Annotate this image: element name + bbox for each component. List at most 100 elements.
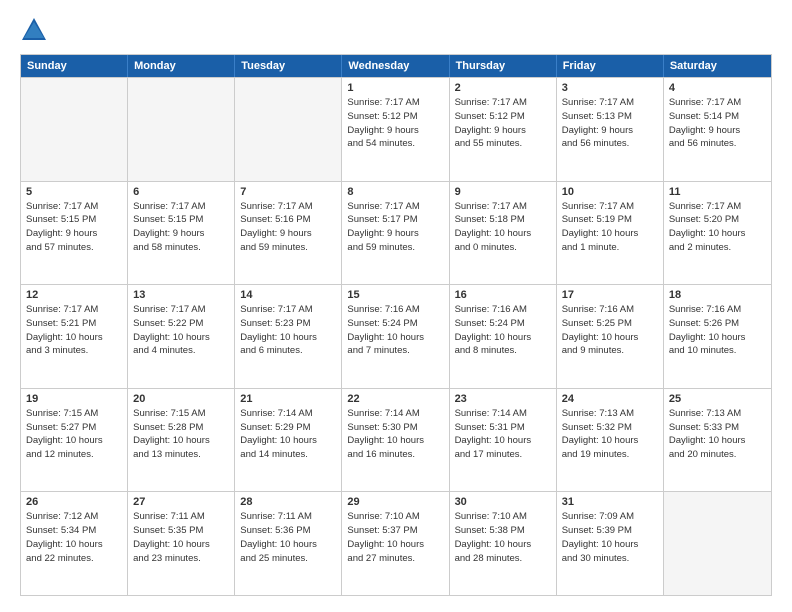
day-number: 9 [455,186,551,198]
logo-icon [20,16,48,44]
day-number: 23 [455,393,551,405]
calendar-row: 26Sunrise: 7:12 AM Sunset: 5:34 PM Dayli… [21,491,771,595]
cell-info: Sunrise: 7:17 AM Sunset: 5:15 PM Dayligh… [26,200,122,255]
calendar-cell: 3 Sunrise: 7:17 AM Sunset: 5:13 PM Daylig… [557,78,664,181]
page: SundayMondayTuesdayWednesdayThursdayFrid… [0,0,792,612]
day-number: 20 [133,393,229,405]
calendar-cell: 8Sunrise: 7:17 AM Sunset: 5:17 PM Daylig… [342,182,449,285]
cell-info: Sunrise: 7:13 AM Sunset: 5:33 PM Dayligh… [669,407,766,462]
day-number: 10 [562,186,658,198]
calendar: SundayMondayTuesdayWednesdayThursdayFrid… [20,54,772,596]
day-number: 7 [240,186,336,198]
calendar-cell: 19 Sunrise: 7:15 AM Sunset: 5:27 PM Dayli… [21,389,128,492]
cell-info: Sunrise: 7:17 AM Sunset: 5:16 PM Dayligh… [240,200,336,255]
day-number: 29 [347,496,443,508]
calendar-cell: 28 Sunrise: 7:11 AM Sunset: 5:36 PM Dayli… [235,492,342,595]
day-number: 15 [347,289,443,301]
day-number: 24 [562,393,658,405]
day-number: 3 [562,82,658,94]
logo [20,16,52,44]
day-number: 12 [26,289,122,301]
cell-info: Sunrise: 7:14 AM Sunset: 5:29 PM Dayligh… [240,407,336,462]
cell-info: Sunrise: 7:09 AM Sunset: 5:39 PM Dayligh… [562,510,658,565]
cell-info: Sunrise: 7:10 AM Sunset: 5:38 PM Dayligh… [455,510,551,565]
cell-info: Sunrise: 7:16 AM Sunset: 5:24 PM Dayligh… [455,303,551,358]
cell-info: Sunrise: 7:15 AM Sunset: 5:28 PM Dayligh… [133,407,229,462]
day-number: 22 [347,393,443,405]
calendar-cell: 14Sunrise: 7:17 AM Sunset: 5:23 PM Dayli… [235,285,342,388]
cell-info: Sunrise: 7:10 AM Sunset: 5:37 PM Dayligh… [347,510,443,565]
header [20,16,772,44]
calendar-row: 1 Sunrise: 7:17 AM Sunset: 5:12 PM Daylig… [21,77,771,181]
cell-info: Sunrise: 7:17 AM Sunset: 5:14 PM Dayligh… [669,96,766,151]
day-number: 31 [562,496,658,508]
calendar-cell [235,78,342,181]
calendar-cell: 4Sunrise: 7:17 AM Sunset: 5:14 PM Daylig… [664,78,771,181]
day-number: 26 [26,496,122,508]
day-number: 1 [347,82,443,94]
calendar-cell: 26Sunrise: 7:12 AM Sunset: 5:34 PM Dayli… [21,492,128,595]
day-number: 5 [26,186,122,198]
day-number: 13 [133,289,229,301]
calendar-cell [128,78,235,181]
calendar-cell: 10 Sunrise: 7:17 AM Sunset: 5:19 PM Dayli… [557,182,664,285]
cell-info: Sunrise: 7:15 AM Sunset: 5:27 PM Dayligh… [26,407,122,462]
calendar-cell: 12 Sunrise: 7:17 AM Sunset: 5:21 PM Dayli… [21,285,128,388]
calendar-cell: 6 Sunrise: 7:17 AM Sunset: 5:15 PM Daylig… [128,182,235,285]
day-number: 17 [562,289,658,301]
calendar-cell [664,492,771,595]
cell-info: Sunrise: 7:17 AM Sunset: 5:12 PM Dayligh… [455,96,551,151]
cell-info: Sunrise: 7:17 AM Sunset: 5:15 PM Dayligh… [133,200,229,255]
calendar-cell: 11Sunrise: 7:17 AM Sunset: 5:20 PM Dayli… [664,182,771,285]
cell-info: Sunrise: 7:13 AM Sunset: 5:32 PM Dayligh… [562,407,658,462]
calendar-cell: 1Sunrise: 7:17 AM Sunset: 5:12 PM Daylig… [342,78,449,181]
calendar-cell: 7 Sunrise: 7:17 AM Sunset: 5:16 PM Daylig… [235,182,342,285]
calendar-cell: 21 Sunrise: 7:14 AM Sunset: 5:29 PM Dayli… [235,389,342,492]
calendar-row: 19 Sunrise: 7:15 AM Sunset: 5:27 PM Dayli… [21,388,771,492]
calendar-header-cell: Saturday [664,55,771,77]
day-number: 6 [133,186,229,198]
calendar-cell: 25Sunrise: 7:13 AM Sunset: 5:33 PM Dayli… [664,389,771,492]
cell-info: Sunrise: 7:17 AM Sunset: 5:18 PM Dayligh… [455,200,551,255]
calendar-cell: 13 Sunrise: 7:17 AM Sunset: 5:22 PM Dayli… [128,285,235,388]
calendar-cell: 23Sunrise: 7:14 AM Sunset: 5:31 PM Dayli… [450,389,557,492]
cell-info: Sunrise: 7:17 AM Sunset: 5:13 PM Dayligh… [562,96,658,151]
calendar-cell: 2 Sunrise: 7:17 AM Sunset: 5:12 PM Daylig… [450,78,557,181]
calendar-cell: 16 Sunrise: 7:16 AM Sunset: 5:24 PM Dayli… [450,285,557,388]
day-number: 19 [26,393,122,405]
cell-info: Sunrise: 7:11 AM Sunset: 5:36 PM Dayligh… [240,510,336,565]
calendar-header-cell: Thursday [450,55,557,77]
calendar-cell: 29 Sunrise: 7:10 AM Sunset: 5:37 PM Dayli… [342,492,449,595]
cell-info: Sunrise: 7:17 AM Sunset: 5:22 PM Dayligh… [133,303,229,358]
day-number: 16 [455,289,551,301]
calendar-header-cell: Friday [557,55,664,77]
calendar-cell: 15 Sunrise: 7:16 AM Sunset: 5:24 PM Dayli… [342,285,449,388]
calendar-header-cell: Wednesday [342,55,449,77]
day-number: 11 [669,186,766,198]
calendar-cell: 9 Sunrise: 7:17 AM Sunset: 5:18 PM Daylig… [450,182,557,285]
day-number: 28 [240,496,336,508]
calendar-header-cell: Sunday [21,55,128,77]
calendar-cell [21,78,128,181]
day-number: 21 [240,393,336,405]
day-number: 2 [455,82,551,94]
day-number: 18 [669,289,766,301]
cell-info: Sunrise: 7:16 AM Sunset: 5:25 PM Dayligh… [562,303,658,358]
calendar-row: 5 Sunrise: 7:17 AM Sunset: 5:15 PM Daylig… [21,181,771,285]
day-number: 14 [240,289,336,301]
day-number: 30 [455,496,551,508]
calendar-cell: 31 Sunrise: 7:09 AM Sunset: 5:39 PM Dayli… [557,492,664,595]
cell-info: Sunrise: 7:11 AM Sunset: 5:35 PM Dayligh… [133,510,229,565]
calendar-body: 1 Sunrise: 7:17 AM Sunset: 5:12 PM Daylig… [21,77,771,595]
cell-info: Sunrise: 7:16 AM Sunset: 5:24 PM Dayligh… [347,303,443,358]
calendar-cell: 30 Sunrise: 7:10 AM Sunset: 5:38 PM Dayli… [450,492,557,595]
calendar-cell: 27 Sunrise: 7:11 AM Sunset: 5:35 PM Dayli… [128,492,235,595]
calendar-cell: 22Sunrise: 7:14 AM Sunset: 5:30 PM Dayli… [342,389,449,492]
calendar-header-cell: Tuesday [235,55,342,77]
cell-info: Sunrise: 7:17 AM Sunset: 5:19 PM Dayligh… [562,200,658,255]
day-number: 27 [133,496,229,508]
cell-info: Sunrise: 7:17 AM Sunset: 5:21 PM Dayligh… [26,303,122,358]
calendar-header: SundayMondayTuesdayWednesdayThursdayFrid… [21,55,771,77]
day-number: 8 [347,186,443,198]
calendar-cell: 18Sunrise: 7:16 AM Sunset: 5:26 PM Dayli… [664,285,771,388]
